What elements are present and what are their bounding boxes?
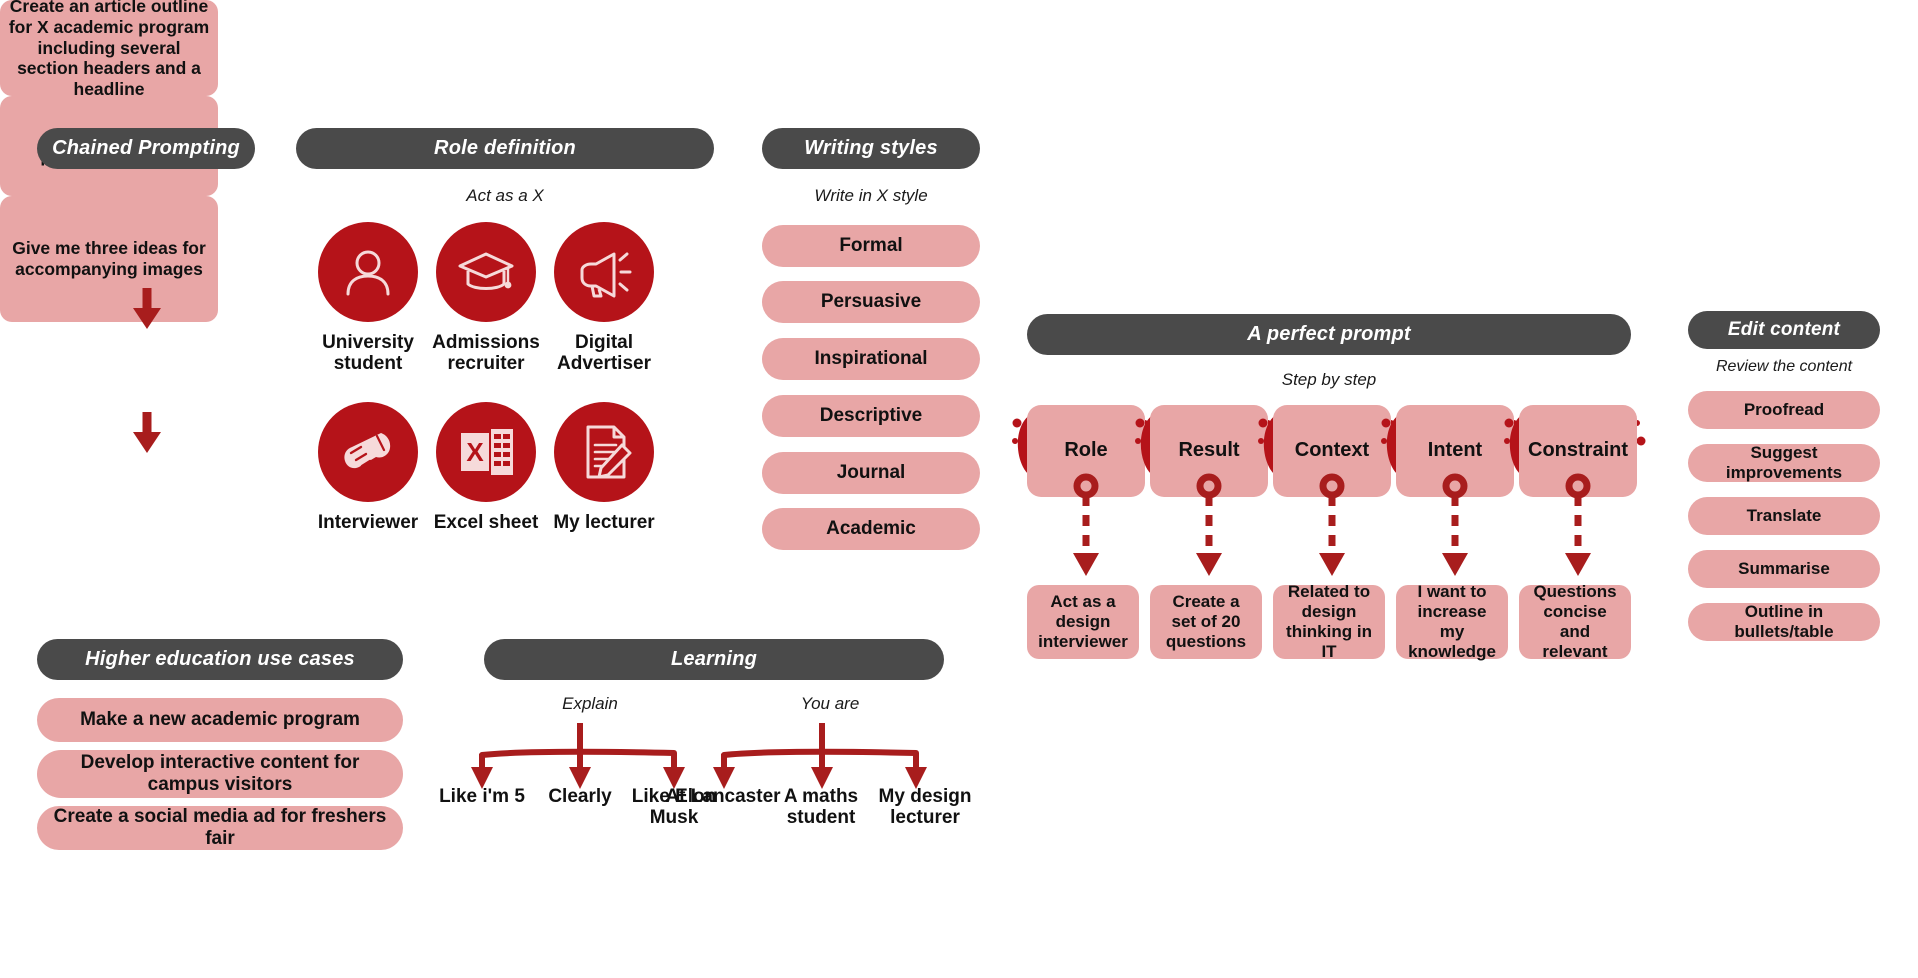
perfect-prompt-step-result: Result <box>1135 405 1277 595</box>
writing-style-persuasive[interactable]: Persuasive <box>762 281 980 323</box>
edit-content-action-outline-in-bullets-table[interactable]: Outline in bullets/table <box>1688 602 1880 641</box>
higher-education-item-2[interactable]: Develop interactive content for campus v… <box>37 750 403 798</box>
edit-content-action-translate[interactable]: Translate <box>1688 497 1880 535</box>
role-icon-my-lecturer[interactable] <box>554 402 654 502</box>
perfect-prompt-caption: Step by step <box>1281 370 1377 389</box>
edit-content-action-suggest-improvements[interactable]: Suggest improvements <box>1688 443 1880 482</box>
role-label-text: Digital Advertiser <box>557 332 651 375</box>
edit-content-header: Edit content <box>1688 311 1880 349</box>
role-label-digital-advertiser: Digital Advertiser <box>534 332 674 375</box>
perfect-prompt-arrow-role <box>1073 473 1099 576</box>
writing-style-academic[interactable]: Academic <box>762 508 980 550</box>
higher-education-header: Higher education use cases <box>37 639 403 680</box>
writing-style-descriptive[interactable]: Descriptive <box>762 395 980 437</box>
learning-option-my-design-lecturer[interactable]: My design lecturer <box>872 786 978 829</box>
role-icon-university-student[interactable] <box>318 222 418 322</box>
role-icon-admissions-recruiter[interactable] <box>436 222 536 322</box>
learning-caption-you-are: You are <box>800 694 860 713</box>
writing-styles-header: Writing styles <box>762 128 980 169</box>
writing-style-formal[interactable]: Formal <box>762 225 980 267</box>
learning-option-a-maths-student[interactable]: A maths student <box>768 786 874 829</box>
edit-content-action-summarise[interactable]: Summarise <box>1688 550 1880 588</box>
edit-content-action-proofread[interactable]: Proofread <box>1688 391 1880 429</box>
role-icon-excel-sheet[interactable]: X <box>436 402 536 502</box>
perfect-prompt-example-role[interactable]: Act as a design interviewer <box>1027 585 1139 659</box>
learning-caption-explain: Explain <box>562 694 618 713</box>
perfect-prompt-step-role: Role <box>1012 405 1154 595</box>
chained-prompting-step-3[interactable]: Give me three ideas for accompanying ima… <box>0 196 218 322</box>
chained-arrow-1 <box>133 288 161 329</box>
learning-bracket-explain <box>471 723 685 789</box>
graduation-cap-icon <box>458 252 514 290</box>
learning-option-at-lancaster[interactable]: At Lancaster <box>664 786 782 807</box>
svg-text:X: X <box>466 437 484 467</box>
higher-education-item-3[interactable]: Create a social media ad for freshers fa… <box>37 806 403 850</box>
edit-content-caption: Review the content <box>1715 358 1853 375</box>
writing-style-inspirational[interactable]: Inspirational <box>762 338 980 380</box>
excel-icon: X <box>461 429 513 475</box>
perfect-prompt-step-intent: Intent <box>1381 405 1523 595</box>
person-icon <box>346 250 390 296</box>
role-definition-caption: Act as a X <box>466 186 544 205</box>
megaphone-icon <box>580 252 632 298</box>
learning-bracket-you-are <box>713 723 927 789</box>
learning-header: Learning <box>484 639 944 680</box>
chained-arrow-2 <box>133 412 161 453</box>
role-icon-digital-advertiser[interactable] <box>554 222 654 322</box>
role-label-text: University student <box>322 332 414 375</box>
role-icon-interviewer[interactable] <box>318 402 418 502</box>
perfect-prompt-arrow-result <box>1196 473 1222 576</box>
higher-education-item-1[interactable]: Make a new academic program <box>37 698 403 742</box>
role-label-text: My lecturer <box>553 512 655 533</box>
role-label-text: Excel sheet <box>433 512 539 533</box>
role-definition-header: Role definition <box>296 128 714 169</box>
writing-style-journal[interactable]: Journal <box>762 452 980 494</box>
handshake-icon <box>344 433 391 469</box>
perfect-prompt-example-context[interactable]: Related to design thinking in IT <box>1273 582 1385 661</box>
perfect-prompt-example-intent[interactable]: I want to increase my knowledge <box>1396 582 1508 661</box>
document-pencil-icon <box>586 425 632 479</box>
chained-prompting-step-1[interactable]: Create an article outline for X academic… <box>0 0 218 99</box>
role-label-text: Interviewer <box>317 512 419 533</box>
role-label-my-lecturer: My lecturer <box>534 512 674 533</box>
perfect-prompt-arrow-context <box>1319 473 1345 576</box>
perfect-prompt-arrow-intent <box>1442 473 1468 576</box>
role-label-text: Admissions recruiter <box>432 332 540 375</box>
perfect-prompt-arrow-constraint <box>1565 473 1591 576</box>
chained-prompting-header: Chained Prompting <box>37 128 255 169</box>
section-chained-prompting: Chained Prompting <box>37 128 255 169</box>
writing-styles-caption: Write in X style <box>814 186 928 205</box>
perfect-prompt-header: A perfect prompt <box>1027 314 1631 355</box>
perfect-prompt-step-context: Context <box>1258 405 1400 595</box>
perfect-prompt-example-result[interactable]: Create a set of 20 questions <box>1150 585 1262 659</box>
perfect-prompt-step-constraint: Constraint <box>1504 405 1646 595</box>
perfect-prompt-example-constraint[interactable]: Questions concise and relevant <box>1519 582 1631 661</box>
